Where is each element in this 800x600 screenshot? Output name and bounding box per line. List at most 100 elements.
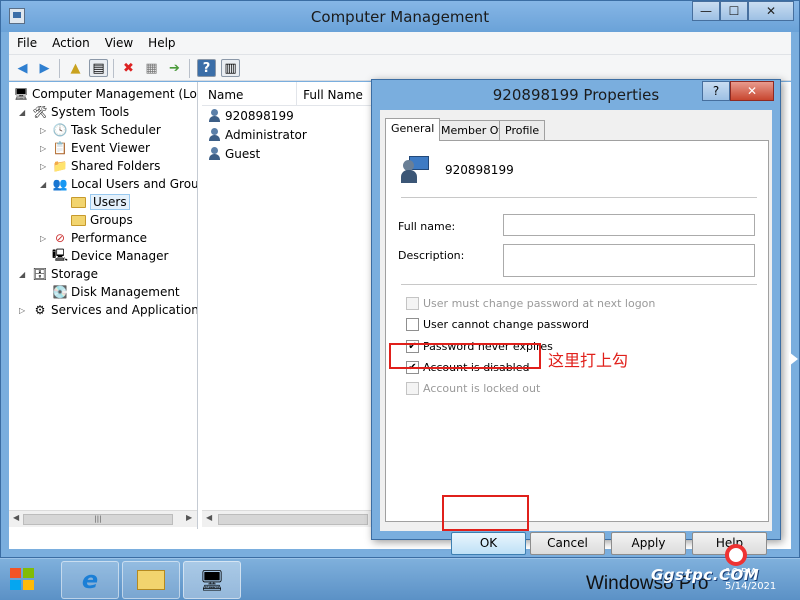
forward-arrow-icon[interactable]: ▶	[35, 59, 54, 77]
close-button[interactable]: ✕	[748, 1, 794, 21]
separator	[401, 284, 757, 285]
user-icon	[208, 146, 222, 161]
menu-bar: File Action View Help	[9, 32, 791, 54]
expanded-arrow-icon[interactable]: ◢	[19, 270, 25, 279]
dialog-close-button[interactable]: ✕	[730, 81, 774, 101]
tree-item-disk-management[interactable]: 💽 Disk Management	[52, 283, 180, 301]
scroll-left-icon[interactable]: ◀	[206, 513, 212, 522]
must-change-password-checkbox[interactable]: User must change password at next logon	[406, 296, 655, 311]
expanded-arrow-icon[interactable]: ◢	[40, 180, 46, 189]
column-header-full-name[interactable]: Full Name	[297, 82, 372, 105]
tree-item-local-users-and-groups[interactable]: ◢ 👥 Local Users and Groups	[40, 175, 197, 193]
menu-help[interactable]: Help	[148, 36, 175, 50]
apply-button[interactable]: Apply	[611, 532, 686, 555]
cannot-change-password-checkbox[interactable]: User cannot change password	[406, 317, 589, 332]
general-tab-panel: 920898199 Full name: Description: User m…	[385, 140, 769, 522]
users-group-icon: 👥	[52, 177, 68, 191]
tree-item-system-tools[interactable]: ◢ 🛠 System Tools	[19, 103, 129, 121]
username-label: 920898199	[445, 163, 514, 177]
system-tools-icon: 🛠	[32, 105, 48, 119]
window-title: Computer Management	[310, 8, 490, 26]
show-hide-tree-icon[interactable]: ▤	[89, 59, 108, 77]
taskbar-internet-explorer[interactable]: e	[61, 561, 119, 599]
folder-icon	[71, 196, 86, 208]
tab-general[interactable]: General	[385, 118, 441, 141]
device-manager-icon: 🖳	[52, 247, 69, 262]
user-computer-icon	[401, 154, 431, 186]
description-label: Description:	[398, 249, 465, 262]
highlight-box-ok	[442, 495, 529, 531]
toolbar-separator	[59, 59, 60, 78]
taskbar-file-explorer[interactable]	[122, 561, 180, 599]
delete-icon[interactable]: ✖	[119, 59, 138, 77]
menu-file[interactable]: File	[17, 36, 37, 50]
account-locked-out-checkbox[interactable]: Account is locked out	[406, 381, 540, 396]
clock-icon: 🕓	[52, 123, 68, 137]
tree-item-device-manager[interactable]: 🖳 Device Manager	[52, 247, 168, 265]
tree-item-storage[interactable]: ◢ 🗄 Storage	[19, 265, 98, 283]
tree-item-shared-folders[interactable]: ▷ 📁 Shared Folders	[40, 157, 160, 175]
tree-item-computer-management[interactable]: 🖥 Computer Management (Local	[13, 85, 197, 103]
file-explorer-icon	[137, 570, 165, 590]
tree-item-task-scheduler[interactable]: ▷ 🕓 Task Scheduler	[40, 121, 161, 139]
collapsed-arrow-icon[interactable]: ▷	[40, 144, 46, 153]
watermark-logo-icon	[725, 544, 747, 566]
start-windows-logo-icon[interactable]	[10, 568, 36, 592]
tab-member-of[interactable]: Member Of	[435, 120, 509, 140]
tree-item-event-viewer[interactable]: ▷ 📋 Event Viewer	[40, 139, 150, 157]
scrollbar-thumb[interactable]: |||	[23, 514, 173, 525]
storage-icon: 🗄	[32, 267, 48, 281]
checkbox-box[interactable]	[406, 297, 419, 310]
full-name-label: Full name:	[398, 220, 456, 233]
properties-icon[interactable]: ▦	[142, 59, 161, 77]
collapsed-arrow-icon[interactable]: ▷	[19, 306, 25, 315]
menu-view[interactable]: View	[105, 36, 133, 50]
minimize-button[interactable]: —	[692, 1, 720, 21]
show-action-pane-icon[interactable]: ▥	[221, 59, 240, 77]
full-name-field[interactable]	[503, 214, 755, 236]
list-item[interactable]: 920898199	[202, 106, 372, 125]
cancel-button[interactable]: Cancel	[530, 532, 605, 555]
internet-explorer-icon: e	[81, 566, 99, 594]
scroll-right-icon[interactable]: ▶	[186, 513, 192, 522]
description-field[interactable]	[503, 244, 755, 277]
computer-management-icon: 🖥	[13, 87, 29, 101]
toolbar: ◀ ▶ ▲ ▤ ✖ ▦ ➔ ? ▥	[9, 54, 791, 81]
column-header-name[interactable]: Name	[202, 82, 298, 105]
folder-icon	[71, 214, 86, 226]
checkbox-box[interactable]	[406, 382, 419, 395]
annotation-text: 这里打上勾	[548, 351, 629, 370]
back-arrow-icon[interactable]: ◀	[13, 59, 32, 77]
disk-icon: 💽	[52, 285, 68, 299]
scrollbar-thumb[interactable]	[218, 514, 368, 525]
collapsed-arrow-icon[interactable]: ▷	[40, 162, 46, 171]
watermark: Ggstpc.COM	[651, 566, 760, 584]
ok-button[interactable]: OK	[451, 532, 526, 555]
tree-item-services-and-applications[interactable]: ▷ ⚙ Services and Applications	[19, 301, 197, 319]
tree-item-groups[interactable]: Groups	[71, 211, 133, 229]
tree-item-performance[interactable]: ▷ ⊘ Performance	[40, 229, 147, 247]
collapsed-arrow-icon[interactable]: ▷	[40, 234, 46, 243]
list-horizontal-scrollbar[interactable]: ◀	[202, 510, 372, 527]
help-icon[interactable]: ?	[197, 59, 216, 77]
menu-action[interactable]: Action	[52, 36, 90, 50]
maximize-button[interactable]: ☐	[720, 1, 748, 21]
export-list-icon[interactable]: ➔	[165, 59, 184, 77]
checkbox-box[interactable]	[406, 318, 419, 331]
taskbar-computer-management[interactable]: 🖥	[183, 561, 241, 599]
dialog-body: General Member Of Profile 920898199 Full…	[380, 110, 772, 555]
tree-item-users[interactable]: Users	[71, 193, 130, 211]
up-folder-icon[interactable]: ▲	[66, 59, 85, 77]
title-bar[interactable]: Computer Management — ☐ ✕	[1, 1, 799, 32]
tab-profile[interactable]: Profile	[499, 120, 546, 140]
dialog-help-button[interactable]: ?	[702, 81, 730, 101]
tree-horizontal-scrollbar[interactable]: ◀ ||| ▶	[9, 510, 197, 527]
list-item[interactable]: Administrator	[202, 125, 372, 144]
services-icon: ⚙	[34, 303, 46, 317]
scroll-left-icon[interactable]: ◀	[13, 513, 19, 522]
collapsed-arrow-icon[interactable]: ▷	[40, 126, 46, 135]
toolbar-separator	[113, 59, 114, 78]
shared-folder-icon: 📁	[52, 159, 68, 173]
list-item[interactable]: Guest	[202, 144, 372, 163]
expanded-arrow-icon[interactable]: ◢	[19, 108, 25, 117]
